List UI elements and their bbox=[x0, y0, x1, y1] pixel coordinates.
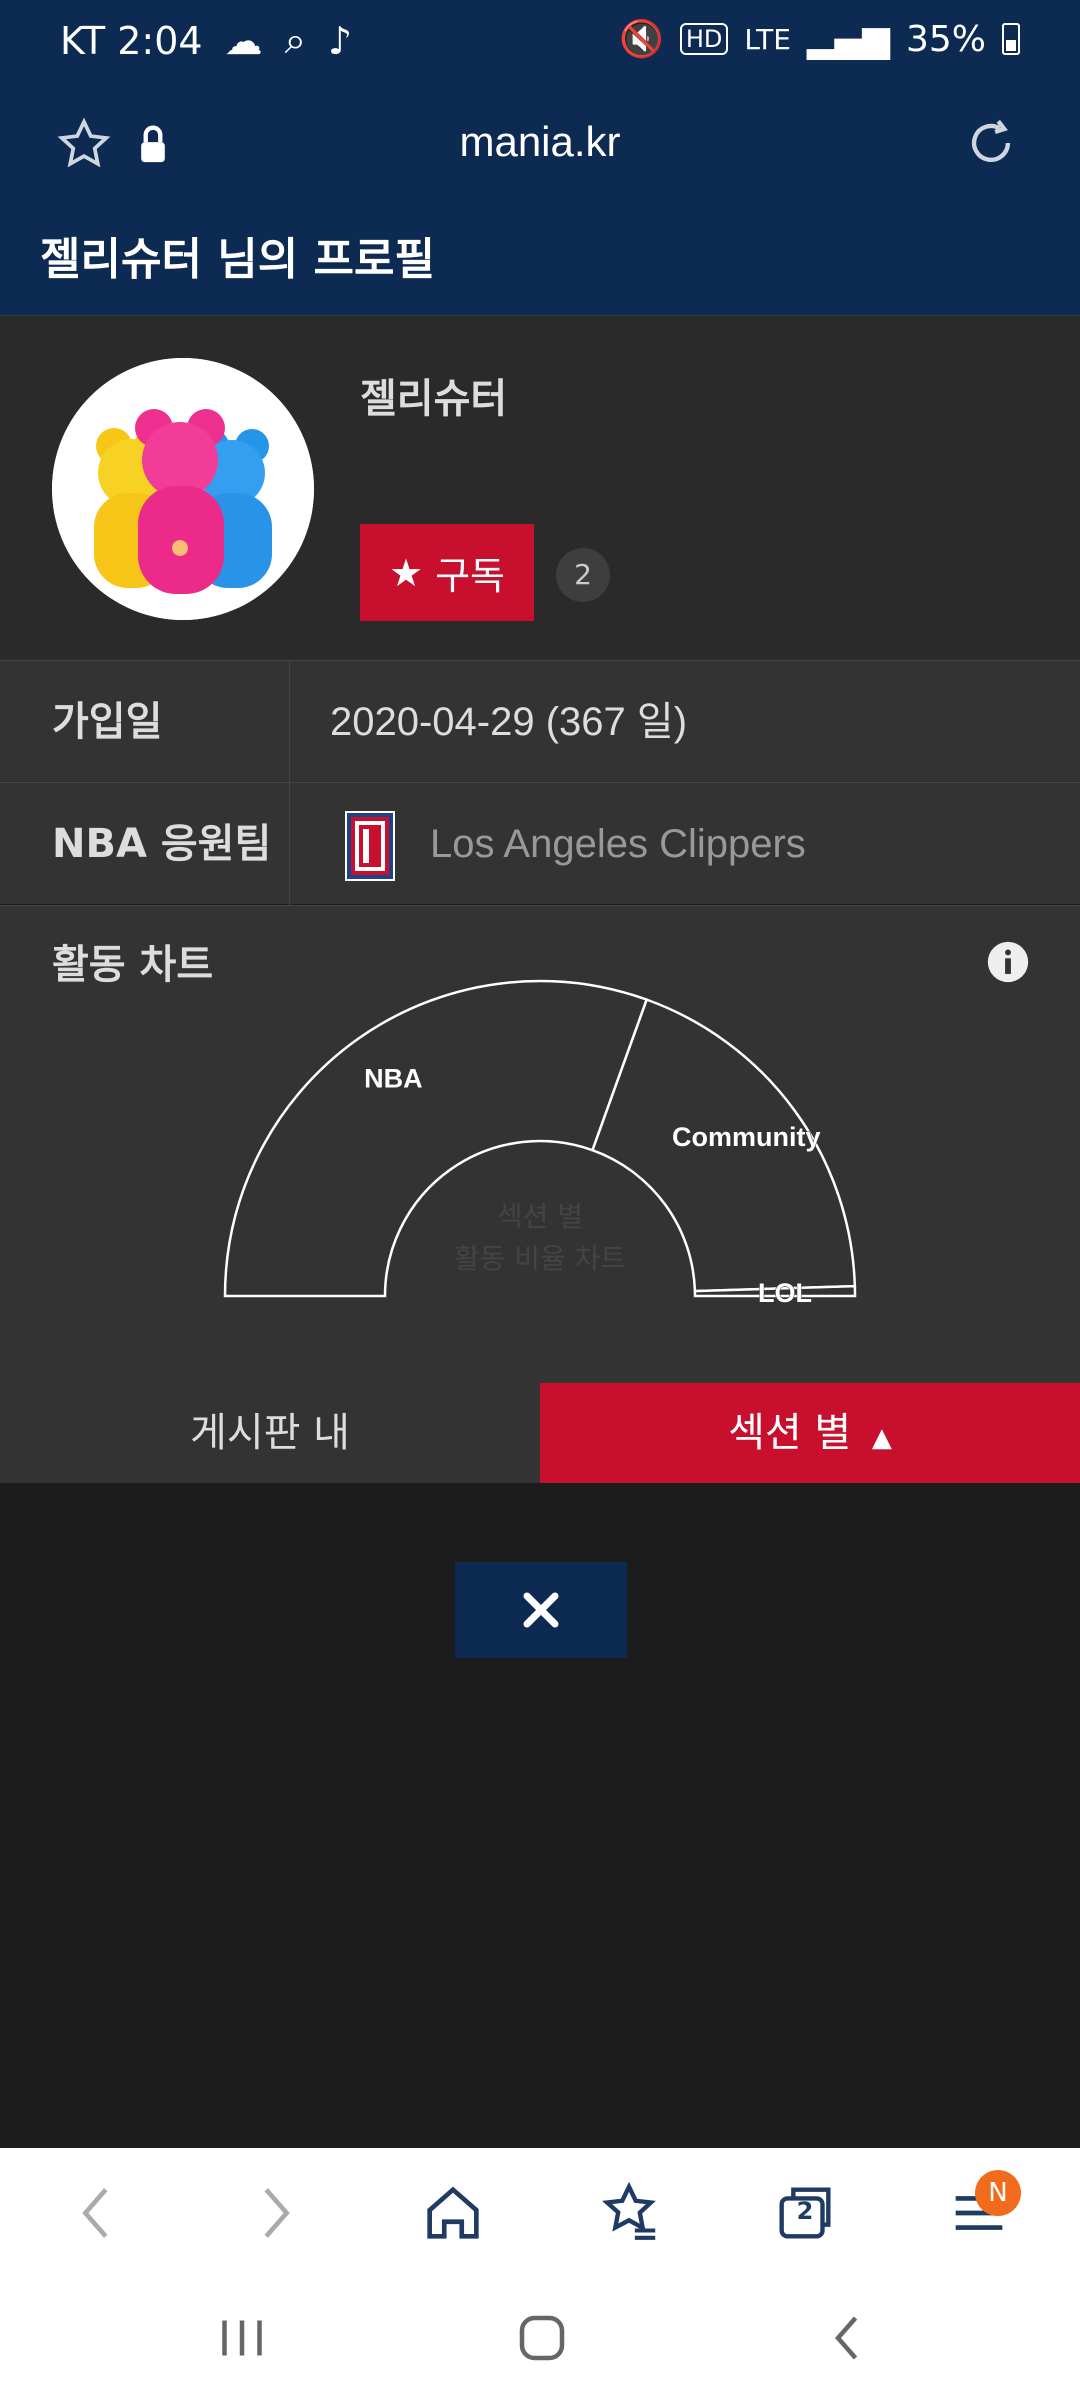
battery-text: 35% bbox=[905, 18, 986, 60]
battery-icon bbox=[1002, 23, 1020, 55]
clippers-logo-icon bbox=[345, 811, 395, 881]
avatar bbox=[52, 358, 314, 620]
info-icon[interactable] bbox=[986, 940, 1030, 984]
chart-label-lol: LOL bbox=[758, 1278, 812, 1308]
back-icon[interactable] bbox=[62, 2178, 132, 2248]
activity-chart-section: NBA Community LOL 섹션 별활동 비율 차트 활동 차트 bbox=[0, 905, 1080, 1383]
tab-board[interactable]: 게시판 내 bbox=[0, 1383, 540, 1483]
hd-icon: HD bbox=[679, 23, 729, 55]
chart-center-text-2: 활동 비율 차트 bbox=[454, 1242, 626, 1275]
system-nav-bar bbox=[0, 2278, 1080, 2400]
status-left: KT 2:04 ☁ ⌕ ♪ bbox=[60, 18, 352, 63]
recent-apps-icon[interactable] bbox=[212, 2308, 272, 2368]
signal-icon: ▂▄▆ bbox=[806, 18, 890, 60]
star-icon: ★ bbox=[389, 550, 424, 595]
cloud-icon: ☁ bbox=[224, 18, 263, 63]
bookmarks-icon[interactable] bbox=[594, 2178, 664, 2248]
reload-icon[interactable] bbox=[962, 114, 1020, 172]
activity-chart-title: 활동 차트 bbox=[52, 942, 214, 988]
nba-team-row: NBA 응원팀 Los Angeles Clippers bbox=[0, 782, 1080, 905]
close-icon bbox=[523, 1592, 559, 1628]
caret-up-icon: ▲ bbox=[871, 1423, 892, 1453]
network-label: LTE bbox=[744, 22, 791, 56]
close-button[interactable] bbox=[455, 1562, 627, 1658]
url-bar: mania.kr bbox=[0, 80, 1080, 210]
nba-team-label: NBA 응원팀 bbox=[0, 783, 290, 905]
gummy-bears-image bbox=[52, 358, 314, 620]
tab-count: 2 bbox=[796, 2197, 814, 2225]
join-date-label: 가입일 bbox=[0, 661, 290, 783]
status-bar: KT 2:04 ☁ ⌕ ♪ 🔇 HD LTE ▂▄▆ 35% bbox=[0, 0, 1080, 80]
menu-notification-badge: N bbox=[975, 2170, 1021, 2216]
tab-board-label: 게시판 내 bbox=[190, 1410, 350, 1456]
subscriber-count: 2 bbox=[556, 548, 610, 602]
url-text[interactable]: mania.kr bbox=[0, 118, 1080, 166]
subscribe-button[interactable]: ★ 구독 bbox=[360, 524, 534, 621]
home-icon[interactable] bbox=[418, 2178, 488, 2248]
join-date-value: 2020-04-29 (367 일) bbox=[330, 700, 688, 744]
search-icon: ⌕ bbox=[284, 18, 306, 62]
status-right: 🔇 HD LTE ▂▄▆ 35% bbox=[619, 18, 1020, 60]
mute-icon: 🔇 bbox=[619, 19, 664, 60]
join-date-row: 가입일 2020-04-29 (367 일) bbox=[0, 660, 1080, 783]
music-note-icon: ♪ bbox=[327, 18, 353, 63]
nba-team-value[interactable]: Los Angeles Clippers bbox=[430, 783, 806, 905]
chart-label-nba: NBA bbox=[364, 1063, 423, 1093]
system-home-icon[interactable] bbox=[512, 2308, 572, 2368]
subscribe-label: 구독 bbox=[435, 554, 505, 598]
nickname: 젤리슈터 bbox=[360, 376, 508, 422]
profile-section: 젤리슈터 ★ 구독 2 bbox=[0, 315, 1080, 660]
carrier-time: KT 2:04 bbox=[60, 18, 203, 63]
tab-section-label: 섹션 별 bbox=[728, 1410, 852, 1456]
chart-label-community: Community bbox=[672, 1122, 821, 1152]
forward-icon[interactable] bbox=[240, 2178, 310, 2248]
system-back-icon[interactable] bbox=[818, 2308, 878, 2368]
tab-section[interactable]: 섹션 별 ▲ bbox=[540, 1383, 1080, 1483]
chart-center-text-1: 섹션 별 bbox=[497, 1200, 583, 1233]
browser-bottom-nav: 2 N bbox=[0, 2148, 1080, 2278]
page-title: 젤리슈터 님의 프로필 bbox=[0, 210, 1080, 315]
tabs: 게시판 내 섹션 별 ▲ bbox=[0, 1383, 1080, 1483]
